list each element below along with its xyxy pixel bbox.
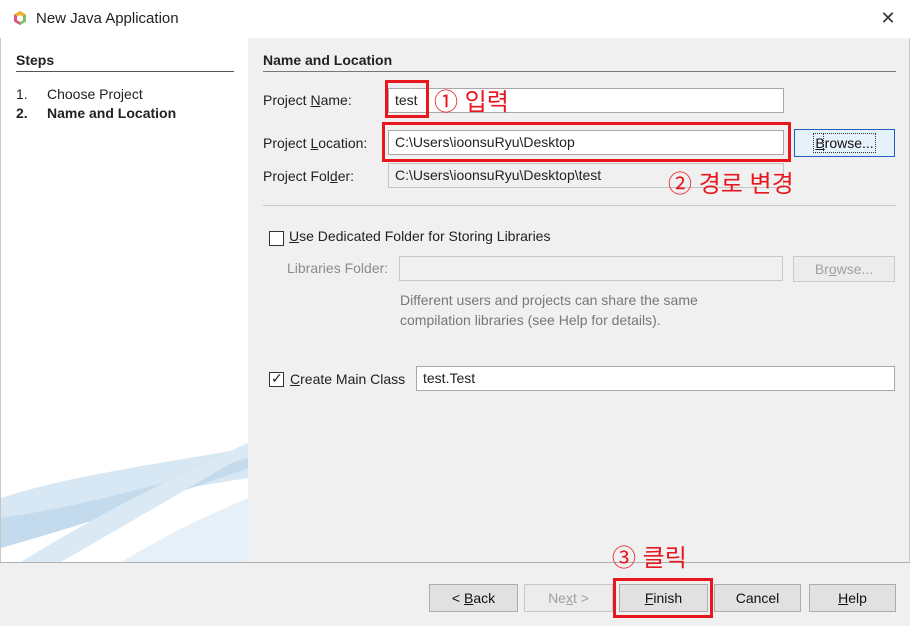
step-number: 1. bbox=[16, 86, 28, 102]
app-logo-icon bbox=[14, 11, 26, 25]
project-folder-label: Project Folder: bbox=[263, 168, 354, 184]
annotation-box-location bbox=[382, 122, 791, 162]
step-label: Choose Project bbox=[47, 86, 143, 102]
decorative-swoosh bbox=[1, 443, 248, 562]
browse-button[interactable]: Browse... bbox=[794, 129, 895, 157]
mnemonic: B bbox=[463, 590, 474, 606]
project-name-label: Project Name: bbox=[263, 92, 352, 108]
label-text: wse... bbox=[836, 261, 874, 277]
window-title: New Java Application bbox=[36, 10, 179, 27]
annotation-box-name bbox=[385, 80, 429, 118]
steps-divider bbox=[16, 71, 234, 72]
mnemonic: o bbox=[828, 261, 837, 277]
mnemonic: C bbox=[290, 371, 301, 387]
main-class-input[interactable]: test.Test bbox=[416, 366, 895, 391]
help-button[interactable]: Help bbox=[809, 584, 896, 612]
form-divider bbox=[263, 205, 896, 206]
title-bar: New Java Application ✕ bbox=[0, 0, 910, 38]
steps-pane: Steps 1. Choose Project 2. Name and Locati… bbox=[1, 38, 248, 562]
annotation-note-2: ② 경로 변경 bbox=[668, 171, 794, 198]
libraries-hint-line-1: Different users and projects can share t… bbox=[400, 292, 698, 308]
libraries-hint-line-2: compilation libraries (see Help for deta… bbox=[400, 312, 661, 328]
annotation-note-1: ① 입력 bbox=[434, 89, 509, 116]
libraries-folder-input bbox=[399, 256, 783, 281]
label-text: er: bbox=[337, 168, 355, 184]
libraries-folder-label: Libraries Folder: bbox=[287, 260, 389, 276]
main-pane: Name and Location Project Name: test Pro… bbox=[248, 38, 909, 562]
mnemonic: N bbox=[310, 92, 321, 108]
create-main-class-checkbox[interactable]: ✓ bbox=[269, 370, 284, 387]
mnemonic: U bbox=[289, 228, 300, 244]
mnemonic: H bbox=[838, 590, 849, 606]
label-text: reate Main Class bbox=[300, 371, 406, 387]
browse-label: Browse... bbox=[813, 133, 876, 153]
close-icon[interactable]: ✕ bbox=[878, 8, 898, 28]
annotation-box-finish bbox=[613, 578, 713, 618]
checkmark-icon: ✓ bbox=[271, 370, 283, 386]
steps-title: Steps bbox=[16, 52, 55, 68]
back-arrow-icon: < bbox=[451, 590, 461, 606]
step-label: Name and Location bbox=[47, 105, 177, 121]
step-number: 2. bbox=[16, 105, 28, 121]
mnemonic: B bbox=[815, 135, 825, 151]
label-text: elp bbox=[848, 590, 867, 606]
next-arrow-icon: > bbox=[580, 590, 589, 606]
section-title: Name and Location bbox=[263, 52, 393, 68]
label-text: Project bbox=[263, 135, 311, 151]
next-button: Next > bbox=[524, 584, 613, 612]
project-location-label: Project Location: bbox=[263, 135, 367, 151]
create-main-class-label[interactable]: Create Main Class bbox=[290, 371, 405, 387]
label-text: se Dedicated Folder for Storing Librarie… bbox=[299, 228, 551, 244]
dedicated-folder-label[interactable]: Use Dedicated Folder for Storing Librari… bbox=[289, 228, 550, 244]
annotation-note-3: ③ 클릭 bbox=[612, 545, 687, 572]
mnemonic: d bbox=[329, 168, 338, 184]
label-text: Ne bbox=[548, 590, 566, 606]
label-text: t bbox=[572, 590, 577, 606]
dedicated-folder-checkbox[interactable] bbox=[269, 231, 284, 246]
step-choose-project: 1. Choose Project bbox=[16, 86, 143, 102]
section-divider bbox=[263, 71, 896, 72]
label-text: rowse... bbox=[822, 133, 876, 153]
label-text: ack bbox=[473, 590, 496, 606]
back-button[interactable]: < Back bbox=[429, 584, 518, 612]
label-text: Project bbox=[263, 92, 311, 108]
mnemonic: x bbox=[565, 590, 573, 606]
label-text: Project Fol bbox=[263, 168, 330, 184]
cancel-button[interactable]: Cancel bbox=[714, 584, 801, 612]
label-text: Br bbox=[814, 261, 829, 277]
label-text: ame: bbox=[320, 92, 352, 108]
libraries-browse-button: Browse... bbox=[793, 256, 895, 282]
label-text: ocation: bbox=[318, 135, 368, 151]
step-name-and-location: 2. Name and Location bbox=[16, 105, 176, 121]
